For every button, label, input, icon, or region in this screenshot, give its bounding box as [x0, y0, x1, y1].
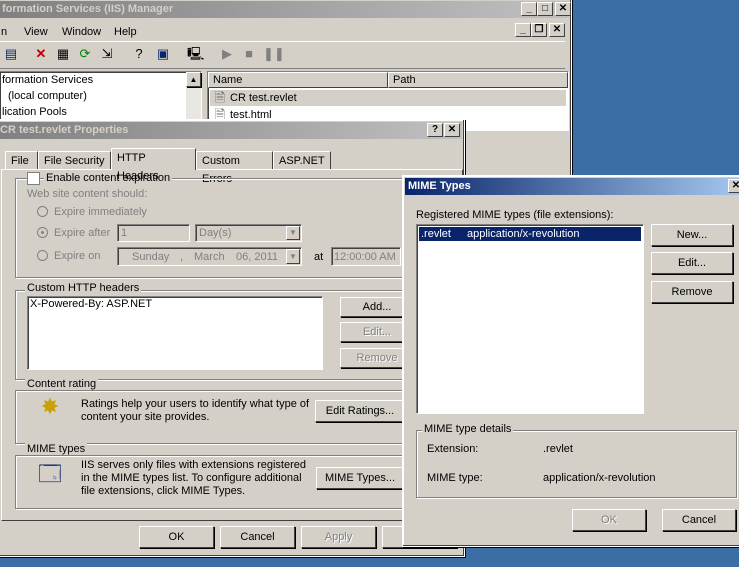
mime-type-value: application/x-revolution	[543, 472, 656, 484]
menu-item-view[interactable]: View	[24, 26, 48, 38]
chevron-down-icon[interactable]: ▼	[286, 226, 300, 240]
chevron-down-icon[interactable]: ▼	[286, 249, 300, 264]
tree-item-app-pools[interactable]: lication Pools	[2, 106, 67, 118]
extension-value: .revlet	[543, 443, 573, 455]
radio-expire-immediately[interactable]	[37, 206, 48, 217]
mime-details-group	[416, 430, 737, 498]
date-day-year: 06, 2011	[236, 251, 279, 263]
mime-details-label: MIME type details	[422, 423, 514, 435]
rating-description: Ratings help your users to identify what…	[81, 398, 310, 423]
list-item[interactable]: X-Powered-By: ASP.NET	[30, 298, 152, 310]
stop-icon[interactable]: ■	[241, 46, 257, 62]
extension-label: Extension:	[427, 443, 479, 455]
expire-after-unit: Day(s)	[199, 227, 232, 239]
properties-icon[interactable]: ▦	[55, 46, 71, 62]
help-question-button[interactable]: ?	[427, 123, 443, 137]
mime-ext: .revlet	[421, 228, 451, 240]
mime-title-bar: MIME Types	[405, 178, 739, 195]
content-rating-label: Content rating	[25, 378, 99, 390]
expire-after-label: Expire after	[54, 227, 111, 239]
column-header-path[interactable]: Path	[388, 72, 568, 88]
maximize-icon[interactable]: □	[537, 2, 553, 16]
mime-ok-button[interactable]: OK	[572, 509, 646, 531]
edit-mime-button[interactable]: Edit...	[651, 252, 733, 274]
rating-icon: ✸	[40, 394, 60, 419]
menu-item-help[interactable]: Help	[114, 26, 137, 38]
cancel-button[interactable]: Cancel	[220, 526, 295, 548]
apply-button[interactable]: Apply	[301, 526, 376, 548]
iis-title: formation Services (IIS) Manager	[2, 3, 174, 15]
expire-after-value-field[interactable]: 1	[117, 224, 190, 242]
console-icon[interactable]: ▣	[155, 46, 171, 62]
mime-types-dialog: MIME Types ✕ Registered MIME types (file…	[402, 175, 739, 547]
expire-on-time-picker[interactable]: 12:00:00 AM	[331, 247, 401, 266]
mdi-minimize-icon[interactable]: _	[515, 23, 531, 37]
new-mime-button[interactable]: New...	[651, 224, 733, 246]
tab-file-security[interactable]: File Security	[38, 151, 111, 169]
mime-types-button[interactable]: MIME Types...	[316, 467, 404, 489]
properties-title-bar: CR test.revlet Properties	[0, 122, 462, 139]
properties-dialog: CR test.revlet Properties ? ✕ File File …	[0, 119, 465, 557]
file-icon: 🗎	[214, 90, 226, 105]
menu-item-action[interactable]: n	[1, 26, 7, 38]
expire-after-unit-select[interactable]: Day(s) ▼	[195, 224, 302, 242]
iis-title-bar: formation Services (IIS) Manager	[0, 1, 569, 18]
ok-button[interactable]: OK	[139, 526, 214, 548]
mime-cancel-button[interactable]: Cancel	[662, 509, 736, 531]
minimize-icon[interactable]: _	[521, 2, 537, 16]
expire-immediately-label: Expire immediately	[54, 206, 147, 218]
mime-types-label: MIME types	[25, 443, 88, 455]
list-item[interactable]: .revlet application/x-revolution	[419, 227, 641, 241]
pause-icon[interactable]: ❚❚	[263, 46, 285, 62]
custom-headers-list[interactable]: X-Powered-By: ASP.NET	[27, 296, 323, 370]
properties-close-icon[interactable]: ✕	[444, 123, 460, 137]
date-month: March	[194, 251, 225, 263]
expire-on-date-picker[interactable]: Sunday , March 06, 2011 ▼	[117, 247, 302, 266]
show-tree-icon[interactable]: ▤	[3, 46, 19, 62]
tab-file[interactable]: File	[5, 151, 38, 169]
help-icon[interactable]: ?	[131, 46, 147, 62]
tab-asp-net[interactable]: ASP.NET	[273, 151, 331, 169]
date-separator: ,	[180, 251, 184, 263]
edit-ratings-button[interactable]: Edit Ratings...	[315, 400, 405, 422]
tab-custom-errors[interactable]: Custom Errors	[196, 151, 273, 185]
mime-types-description: IIS serves only files with extensions re…	[81, 459, 306, 497]
registered-mime-label: Registered MIME types (file extensions):	[416, 209, 614, 221]
properties-title: CR test.revlet Properties	[0, 124, 129, 136]
tab-http-headers[interactable]: HTTP Headers	[111, 148, 196, 182]
mime-close-icon[interactable]: ✕	[728, 179, 739, 193]
column-header-name[interactable]: Name	[208, 72, 388, 88]
close-icon[interactable]: ✕	[555, 2, 571, 16]
list-item[interactable]: 🗎 CR test.revlet	[210, 90, 566, 106]
tree-item-local-computer[interactable]: (local computer)	[8, 90, 87, 102]
scroll-up-icon[interactable]: ▲	[186, 72, 201, 87]
expire-time: 12:00:00 AM	[334, 251, 396, 263]
menu-item-window[interactable]: Window	[62, 26, 101, 38]
radio-expire-on[interactable]	[37, 250, 48, 261]
expiration-should-label: Web site content should:	[27, 188, 148, 200]
delete-icon[interactable]: ✕	[33, 46, 49, 62]
mdi-restore-icon[interactable]: ❐	[531, 23, 547, 37]
remove-mime-button[interactable]: Remove	[651, 281, 733, 303]
mime-type: application/x-revolution	[467, 228, 580, 240]
mime-types-list[interactable]: .revlet application/x-revolution	[416, 224, 644, 414]
mime-type-label: MIME type:	[427, 472, 483, 484]
tree-item-iis[interactable]: formation Services	[2, 74, 93, 86]
mime-title: MIME Types	[408, 180, 471, 192]
mime-types-icon: 🗔	[38, 461, 62, 486]
expiration-checkbox[interactable]	[27, 172, 40, 185]
at-label: at	[314, 251, 324, 263]
play-icon[interactable]: ▶	[219, 46, 235, 62]
mdi-close-icon[interactable]: ✕	[549, 23, 565, 37]
radio-expire-after[interactable]	[37, 227, 48, 238]
refresh-icon[interactable]: ⟳	[77, 46, 93, 62]
expire-on-label: Expire on	[54, 250, 101, 262]
date-day: Sunday	[132, 251, 170, 263]
computer-icon[interactable]: 🖳	[187, 46, 204, 62]
expire-after-value: 1	[121, 227, 128, 239]
custom-headers-label: Custom HTTP headers	[25, 282, 142, 294]
export-icon[interactable]: ⇲	[99, 46, 115, 62]
file-name: CR test.revlet	[230, 92, 297, 104]
